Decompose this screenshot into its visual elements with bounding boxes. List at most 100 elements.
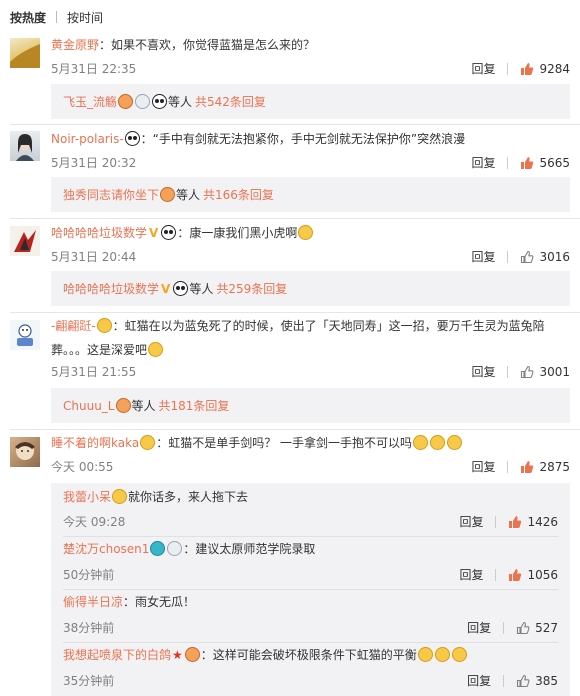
comment-body: 黄金原野：如果不喜欢，你觉得蓝猫是怎么来的？ bbox=[51, 37, 570, 54]
reply-summary[interactable]: 飞玉_流觞 等人 共542条回复 bbox=[51, 84, 570, 119]
sub-reply-username[interactable]: 我蕾小呆 bbox=[63, 490, 111, 504]
like-button[interactable]: 385 bbox=[516, 674, 558, 688]
avatar[interactable] bbox=[10, 226, 40, 256]
comment-divider bbox=[10, 218, 580, 219]
emoji-icon bbox=[118, 94, 134, 109]
reply-summary-suffix: 等人 bbox=[176, 188, 201, 202]
comment-actions: 回复 9284 bbox=[471, 60, 570, 77]
comment-item: -翩翩跹- ：虹猫在以为蓝兔死了的时候，使出了「天地同寿」这一招，要万千生灵为蓝兔… bbox=[0, 316, 580, 428]
sort-by-time[interactable]: 按时间 bbox=[67, 9, 103, 26]
reply-summary[interactable]: Chuuu_L 等人 共181条回复 bbox=[51, 388, 570, 423]
reply-button[interactable]: 回复 bbox=[471, 458, 495, 475]
comment-divider bbox=[10, 312, 580, 313]
like-button[interactable]: 5665 bbox=[520, 156, 570, 170]
comment-body-continued: 葬。。。这是深爱吧 bbox=[51, 342, 570, 359]
like-count: 3016 bbox=[539, 249, 570, 264]
like-count: 9284 bbox=[539, 61, 570, 76]
reply-button[interactable]: 回复 bbox=[459, 566, 483, 583]
like-count: 2875 bbox=[539, 459, 570, 474]
comment-body: Noir-polaris- ：“手中有剑就无法抱紧你，手中无剑就无法保护你”突然浪… bbox=[51, 131, 570, 148]
like-count: 1056 bbox=[527, 567, 558, 582]
emoji-icon bbox=[148, 342, 164, 357]
sub-reply-username[interactable]: 楚沈万chosen1 bbox=[63, 542, 149, 556]
comment-username[interactable]: 黄金原野 bbox=[51, 38, 99, 52]
reply-button[interactable]: 回复 bbox=[471, 248, 495, 265]
sub-reply-body: 楚沈万chosen1 ：建议太原师范学院录取 bbox=[63, 541, 558, 558]
thumbs-up-icon bbox=[517, 621, 530, 634]
thumbs-up-icon bbox=[509, 515, 522, 528]
emoji-icon bbox=[413, 435, 429, 450]
like-count: 1426 bbox=[527, 514, 558, 529]
comment-username[interactable]: -翩翩跹- bbox=[51, 319, 96, 333]
sub-reply-body: 我想起喷泉下的白鸽★ ：这样可能会破坏极限条件下虹猫的平衡 bbox=[63, 647, 558, 664]
sub-reply-username[interactable]: 我想起喷泉下的白鸽 bbox=[63, 648, 171, 662]
reply-button[interactable]: 回复 bbox=[467, 619, 491, 636]
reply-summary-count[interactable]: 共542条回复 bbox=[195, 93, 266, 110]
like-button[interactable]: 3001 bbox=[520, 365, 570, 379]
action-divider bbox=[507, 460, 509, 473]
panda-emoji-icon bbox=[161, 225, 177, 240]
thumbs-up-icon bbox=[521, 460, 534, 473]
comment-actions: 回复 2875 bbox=[471, 458, 570, 475]
like-button[interactable]: 527 bbox=[516, 621, 558, 635]
reply-summary-user[interactable]: Chuuu_L bbox=[63, 399, 115, 413]
like-button[interactable]: 3016 bbox=[520, 250, 570, 264]
reply-summary-count[interactable]: 共166条回复 bbox=[203, 186, 274, 203]
emoji-icon bbox=[417, 647, 433, 662]
sort-by-hot[interactable]: 按热度 bbox=[10, 9, 46, 26]
reply-button[interactable]: 回复 bbox=[459, 513, 483, 530]
comment-username[interactable]: 哈哈哈哈垃圾数学 bbox=[51, 226, 147, 240]
panda-emoji-icon bbox=[152, 94, 168, 109]
star-badge-icon: ★ bbox=[172, 648, 183, 662]
like-button[interactable]: 9284 bbox=[520, 62, 570, 76]
like-button[interactable]: 1426 bbox=[508, 515, 558, 529]
reply-button[interactable]: 回复 bbox=[471, 60, 495, 77]
reply-button[interactable]: 回复 bbox=[471, 363, 495, 380]
sub-reply-body: 偷得半日凉：雨女无瓜！ bbox=[63, 594, 558, 611]
comment-username[interactable]: Noir-polaris- bbox=[51, 132, 124, 146]
like-button[interactable]: 1056 bbox=[508, 568, 558, 582]
emoji-icon bbox=[160, 187, 176, 202]
reply-summary-user[interactable]: 独秀同志请你坐下 bbox=[63, 186, 159, 203]
comment-divider bbox=[10, 124, 580, 125]
verified-badge-icon: V bbox=[161, 281, 171, 296]
reply-summary[interactable]: 独秀同志请你坐下 等人 共166条回复 bbox=[51, 177, 570, 212]
comment-username[interactable]: 睡不着的啊kaka bbox=[51, 436, 139, 450]
emoji-icon bbox=[430, 435, 446, 450]
comment-text: ：康一康我们黑小虎啊 bbox=[177, 226, 298, 240]
sub-reply-body: 我蕾小呆 就你话多，来人拖下去 bbox=[63, 489, 558, 506]
reply-button[interactable]: 回复 bbox=[467, 672, 491, 689]
avatar[interactable] bbox=[10, 320, 40, 350]
reply-summary-user[interactable]: 飞玉_流觞 bbox=[63, 93, 117, 110]
action-divider bbox=[495, 568, 497, 581]
comment-item: 睡不着的啊kaka ：虹猫不是单手剑吗？ 一手拿剑一手抱不可以吗 今天 00:55… bbox=[0, 432, 580, 696]
action-divider bbox=[507, 156, 509, 169]
thumbs-up-icon bbox=[517, 674, 530, 687]
avatar[interactable] bbox=[10, 131, 40, 161]
like-count: 527 bbox=[535, 620, 558, 635]
reply-button[interactable]: 回复 bbox=[471, 154, 495, 171]
sub-reply-username[interactable]: 偷得半日凉 bbox=[63, 595, 123, 609]
sub-reply-time: 今天 09:28 bbox=[63, 515, 126, 529]
sub-reply-text: 就你话多，来人拖下去 bbox=[128, 490, 249, 504]
sub-reply-divider bbox=[63, 536, 558, 537]
comment-text: ：虹猫在以为蓝兔死了的时候，使出了「天地同寿」这一招，要万千生灵为蓝兔陪 bbox=[112, 319, 545, 333]
reply-summary-user[interactable]: 哈哈哈哈垃圾数学 bbox=[63, 280, 159, 297]
thumbs-up-icon bbox=[521, 365, 534, 378]
avatar[interactable] bbox=[10, 437, 40, 467]
thumbs-up-icon bbox=[521, 62, 534, 75]
sub-reply-text: ：雨女无瓜！ bbox=[123, 595, 196, 609]
emoji-icon bbox=[447, 435, 463, 450]
sort-divider bbox=[56, 11, 58, 23]
avatar[interactable] bbox=[10, 38, 40, 68]
thumbs-up-icon bbox=[521, 156, 534, 169]
comment-time: 5月31日 20:32 bbox=[51, 156, 137, 170]
comment-item: 黄金原野：如果不喜欢，你觉得蓝猫是怎么来的？ 5月31日 22:35 回复 92… bbox=[0, 34, 580, 128]
sub-reply-actions: 回复 1056 bbox=[459, 566, 558, 583]
reply-summary[interactable]: 哈哈哈哈垃圾数学 V 等人 共259条回复 bbox=[51, 271, 570, 306]
sub-reply-text: ：建议太原师范学院录取 bbox=[183, 542, 316, 556]
comment-body: -翩翩跹- ：虹猫在以为蓝兔死了的时候，使出了「天地同寿」这一招，要万千生灵为蓝兔… bbox=[51, 318, 570, 335]
like-button[interactable]: 2875 bbox=[520, 460, 570, 474]
reply-summary-count[interactable]: 共259条回复 bbox=[216, 280, 287, 297]
reply-summary-count[interactable]: 共181条回复 bbox=[159, 397, 230, 414]
